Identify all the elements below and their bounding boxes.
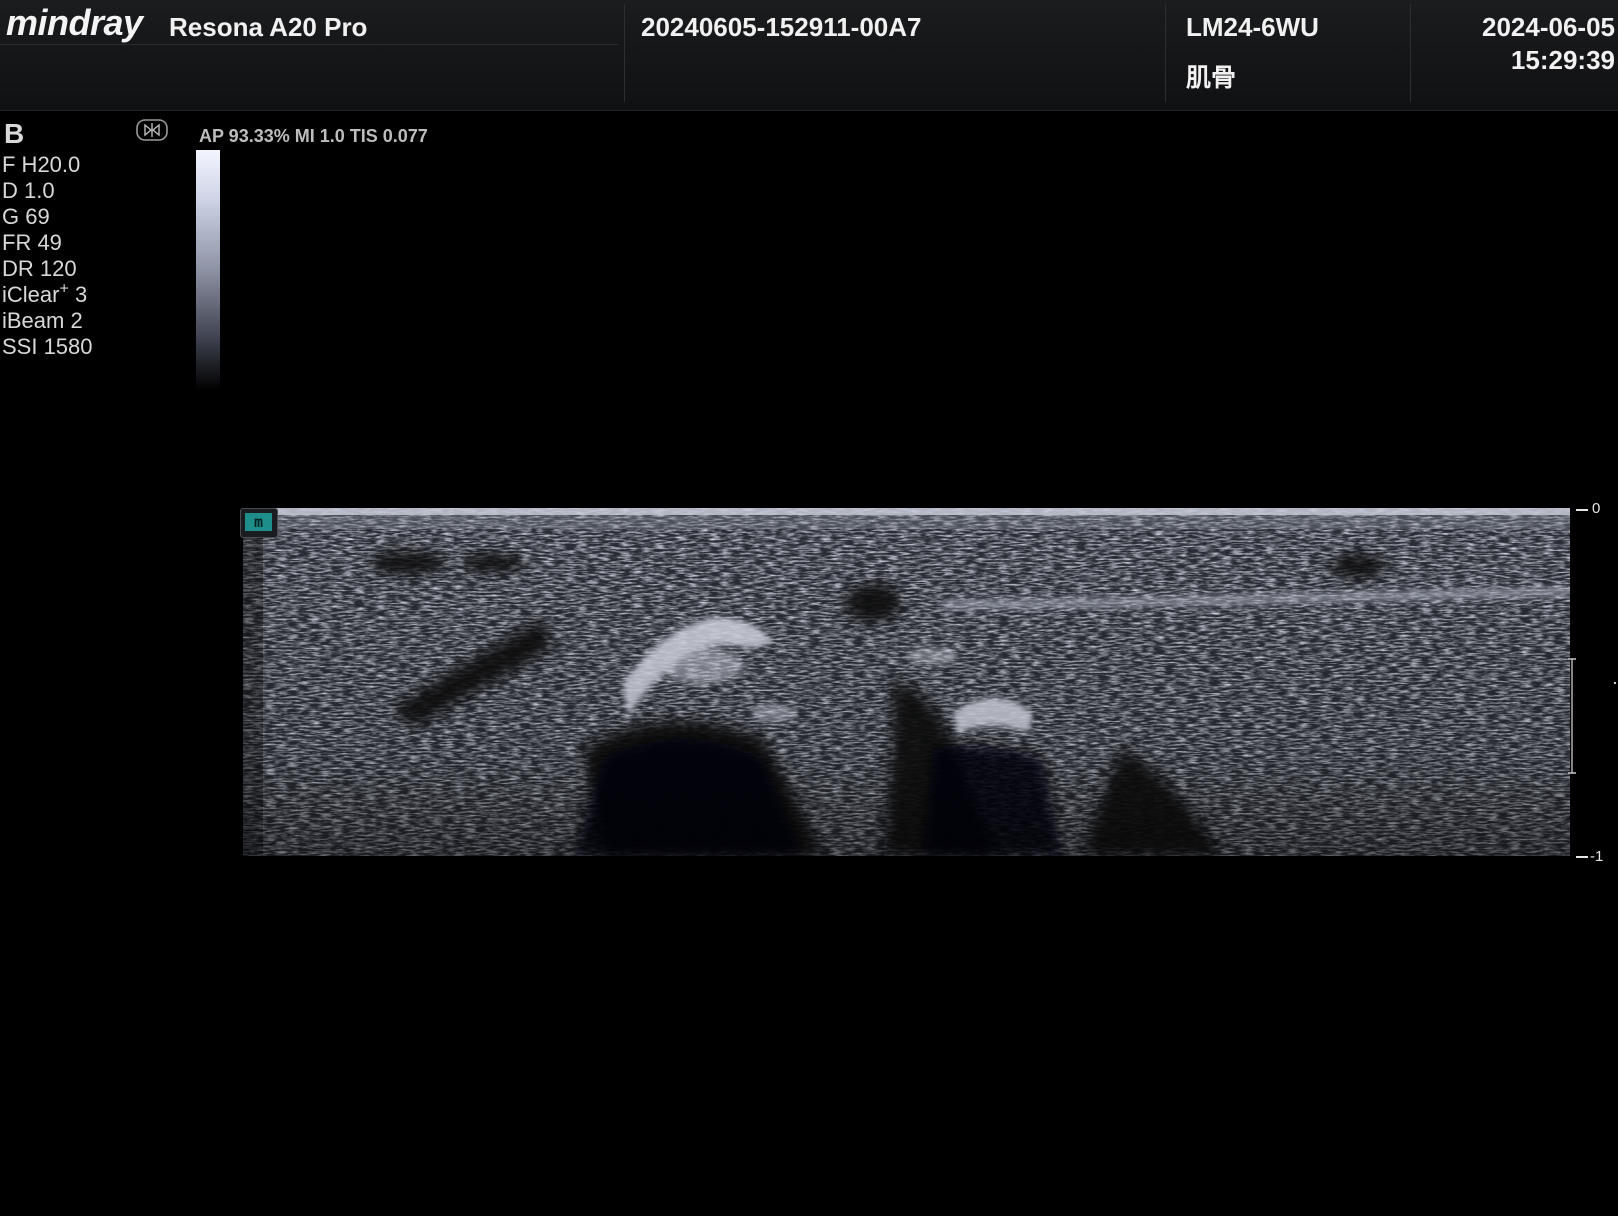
grayscale-map-bar xyxy=(196,150,220,390)
depth-tick-top xyxy=(1576,509,1588,511)
focus-dot xyxy=(1614,682,1616,684)
ultrasound-image[interactable] xyxy=(243,508,1570,856)
param-frequency: F H20.0 xyxy=(2,152,81,177)
depth-bottom-value: 1 xyxy=(1595,848,1604,865)
header-bar: mindray Resona A20 Pro 20240605-152911-0… xyxy=(0,0,1618,111)
focus-position-bracket[interactable] xyxy=(1568,658,1576,774)
probe-name[interactable]: LM24-6WU xyxy=(1186,12,1319,43)
probe-marker-icon: m xyxy=(245,513,272,531)
header-divider-line xyxy=(0,44,618,45)
iclear-label: iClear xyxy=(2,282,60,307)
param-ssi: SSI 1580 xyxy=(2,334,93,359)
header-divider xyxy=(1165,4,1166,102)
exam-preset[interactable]: 肌骨 xyxy=(1186,58,1236,94)
depth-tick-bottom xyxy=(1576,856,1588,858)
param-dynamic-range: DR 120 xyxy=(2,256,77,281)
param-gain: G 69 xyxy=(2,204,50,229)
system-model: Resona A20 Pro xyxy=(169,12,368,42)
acoustic-output: AP 93.33% MI 1.0 TIS 0.077 xyxy=(199,126,428,146)
header-divider xyxy=(624,4,625,102)
depth-label-bottom: -1 xyxy=(1590,848,1604,865)
param-depth: D 1.0 xyxy=(2,178,55,203)
probe-orientation-marker: m xyxy=(240,508,278,538)
body-mark-icon[interactable] xyxy=(136,118,168,142)
iclear-value: 3 xyxy=(74,282,88,307)
iclear-plus: + xyxy=(59,280,69,298)
param-iclear: iClear+ 3 xyxy=(2,280,93,308)
exam-id[interactable]: 20240605-152911-00A7 xyxy=(641,12,921,43)
param-ibeam: iBeam 2 xyxy=(2,308,83,333)
depth-label-top: 0 xyxy=(1592,500,1601,517)
param-frame-rate: FR 49 xyxy=(2,230,62,255)
imaging-mode: B xyxy=(4,118,25,149)
date-display: 2024-06-05 xyxy=(1482,12,1615,42)
imaging-parameters: F H20.0 D 1.0 G 69 FR 49 DR 120 iClear+ … xyxy=(2,152,93,360)
header-divider xyxy=(1410,4,1411,102)
brand-logo: mindray xyxy=(6,2,143,43)
time-display: 15:29:39 xyxy=(1510,45,1615,75)
